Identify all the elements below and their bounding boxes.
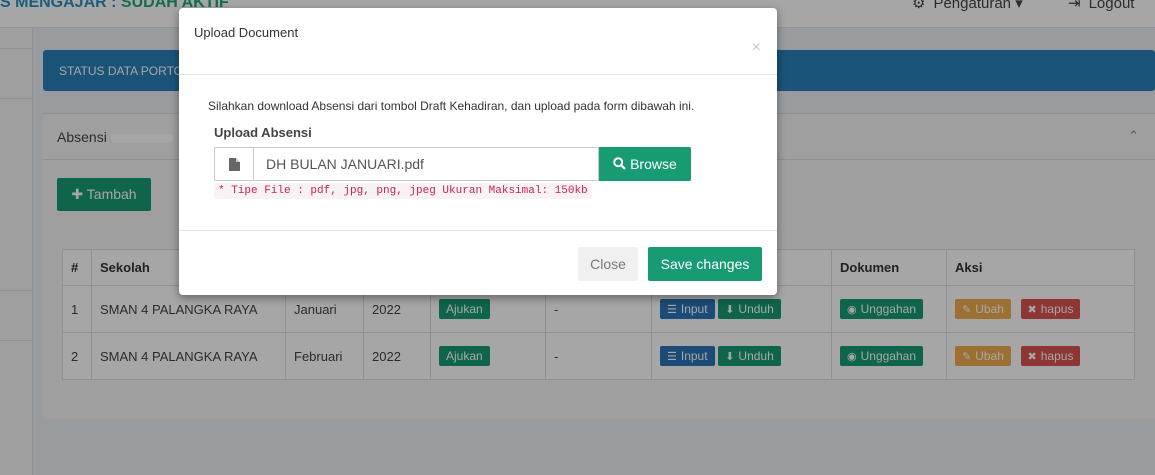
close-icon[interactable]: ×: [752, 39, 761, 57]
save-button[interactable]: Save changes: [648, 247, 762, 281]
close-button[interactable]: Close: [578, 247, 638, 281]
modal-instructions: Silahkan download Absensi dari tombol Dr…: [208, 99, 695, 113]
browse-button[interactable]: Browse: [599, 147, 691, 181]
modal-header: Upload Document ×: [179, 8, 777, 75]
browse-button-label: Browse: [630, 156, 677, 172]
file-icon: [214, 147, 254, 181]
file-type-hint: * Tipe File : pdf, jpg, png, jpeg Ukuran…: [214, 183, 592, 199]
upload-label: Upload Absensi: [214, 125, 312, 140]
file-input-group: Browse: [214, 147, 692, 181]
upload-modal: Upload Document × Silahkan download Abse…: [179, 8, 777, 295]
modal-footer: Close Save changes: [179, 230, 777, 295]
modal-body: Silahkan download Absensi dari tombol Dr…: [179, 75, 777, 230]
modal-title: Upload Document: [194, 25, 299, 40]
search-icon: [613, 157, 626, 170]
file-name-input[interactable]: [254, 147, 599, 181]
